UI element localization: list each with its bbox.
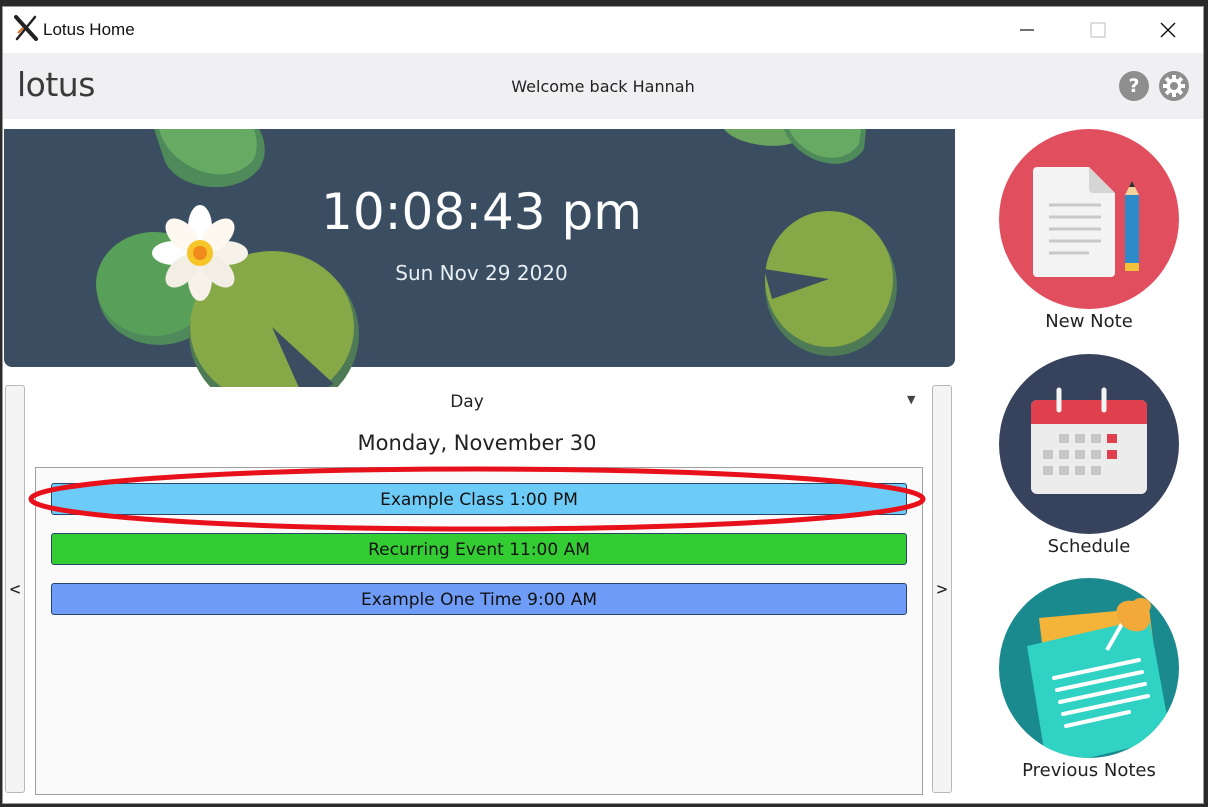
next-day-button[interactable]: > <box>932 385 952 793</box>
new-note-button[interactable]: New Note <box>999 129 1179 332</box>
app-window: Lotus Home lotus Welcome back Hannah ? 1… <box>2 6 1204 804</box>
previous-notes-label: Previous Notes <box>1022 760 1156 781</box>
event-item-example-class[interactable]: Example Class 1:00 PM <box>51 483 907 515</box>
close-icon <box>1160 22 1176 38</box>
previous-notes-button[interactable]: Previous Notes <box>999 578 1179 781</box>
view-dropdown[interactable]: Day ▼ <box>27 387 927 417</box>
calendar-icon <box>999 354 1179 534</box>
close-button[interactable] <box>1153 15 1183 45</box>
welcome-message: Welcome back Hannah <box>511 77 695 96</box>
minimize-icon <box>1020 29 1034 31</box>
chevron-down-icon: ▼ <box>907 393 916 406</box>
new-note-icon <box>999 129 1179 309</box>
app-header: lotus Welcome back Hannah ? <box>3 53 1203 119</box>
event-list: Example Class 1:00 PM Recurring Event 11… <box>35 467 923 795</box>
title-bar[interactable]: Lotus Home <box>3 7 1203 53</box>
maximize-button[interactable] <box>1083 15 1113 45</box>
event-item-recurring-event[interactable]: Recurring Event 11:00 AM <box>51 533 907 565</box>
day-heading: Monday, November 30 <box>357 431 597 455</box>
event-item-example-one-time[interactable]: Example One Time 9:00 AM <box>51 583 907 615</box>
schedule-label: Schedule <box>1047 536 1131 557</box>
maximize-icon <box>1090 22 1106 38</box>
sticky-notes-icon <box>999 578 1179 758</box>
minimize-button[interactable] <box>1012 15 1042 45</box>
new-note-label: New Note <box>1045 311 1133 332</box>
previous-day-button[interactable]: < <box>5 385 25 793</box>
current-date: Sun Nov 29 2020 <box>395 261 568 285</box>
window-title: Lotus Home <box>43 20 135 39</box>
view-dropdown-value: Day <box>450 392 484 412</box>
schedule-button[interactable]: Schedule <box>999 354 1179 557</box>
current-time: 10:08:43 pm <box>321 183 642 241</box>
settings-button[interactable] <box>1158 70 1190 102</box>
help-button[interactable]: ? <box>1119 71 1149 101</box>
gear-icon <box>1159 71 1189 101</box>
app-x-icon <box>14 15 38 41</box>
clock-banner: 10:08:43 pm Sun Nov 29 2020 <box>4 129 955 414</box>
